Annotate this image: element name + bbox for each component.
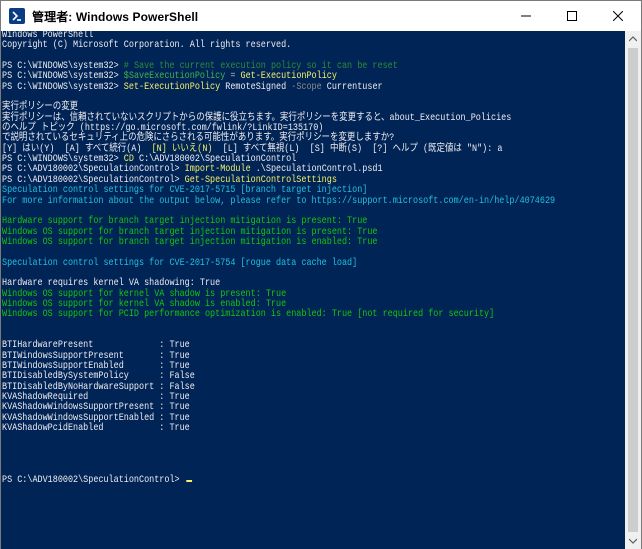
window-title: 管理者: Windows PowerShell bbox=[32, 9, 199, 24]
console-line: KVAShadowPcidEnabled : True bbox=[2, 423, 555, 435]
console-line: For more information about the output be… bbox=[2, 195, 556, 207]
console-text: BTIDisabledBySystemPolicy : False bbox=[2, 371, 195, 383]
vertical-scrollbar[interactable] bbox=[625, 31, 641, 549]
console-text: Windows OS support for PCID performance … bbox=[2, 309, 495, 321]
console-lines: Windows PowerShell Copyright (C) Microsof… bbox=[2, 31, 555, 486]
maximize-icon bbox=[567, 11, 577, 21]
console-output[interactable]: Windows PowerShell Copyright (C) Microsof… bbox=[1, 31, 627, 549]
close-icon bbox=[613, 11, 623, 21]
title-bar[interactable]: 管理者: Windows PowerShell bbox=[1, 1, 641, 31]
console-text: Speculation control settings for CVE-201… bbox=[2, 185, 368, 197]
console-text: Hardware support for branch target injec… bbox=[2, 216, 368, 228]
console-text: .\SpeculationControl.psd1 bbox=[250, 164, 383, 176]
minimize-button[interactable] bbox=[503, 1, 549, 31]
console-text: Windows OS support for branch target inj… bbox=[2, 236, 378, 248]
console-line: Copyright (C) Microsoft Corporation. All… bbox=[2, 41, 555, 51]
console-text: で説明されているセキュリティ上の危険にさらされる可能性があります。実行ポリシーを… bbox=[2, 133, 395, 145]
console-text: Set-ExecutionPolicy bbox=[123, 81, 221, 93]
console-line: Windows OS support for branch target inj… bbox=[2, 236, 555, 248]
console-text: $SaveExecutionPolicy bbox=[123, 71, 226, 83]
console-text: Currentuser bbox=[321, 81, 383, 93]
console-text: -Scope bbox=[291, 81, 322, 93]
console-text: Copyright (C) Microsoft Corporation. All… bbox=[2, 40, 292, 52]
console-text: PS C:\ADV180002\SpeculationControl> bbox=[2, 164, 185, 176]
window-controls bbox=[503, 1, 641, 31]
console-line: Windows OS support for PCID performance … bbox=[2, 310, 555, 320]
scroll-down-button[interactable] bbox=[625, 533, 641, 549]
console-text: Import-Module bbox=[184, 164, 251, 176]
console-text: Get-ExecutionPolicy bbox=[240, 71, 337, 83]
close-button[interactable] bbox=[595, 1, 641, 31]
powershell-icon[interactable] bbox=[9, 8, 25, 24]
maximize-button[interactable] bbox=[549, 1, 595, 31]
scrollbar-thumb[interactable] bbox=[628, 48, 638, 532]
console-line: PS C:\WINDOWS\system32> Set-ExecutionPol… bbox=[2, 81, 555, 93]
console-text: For more information about the output be… bbox=[2, 195, 556, 207]
chevron-up-icon bbox=[629, 36, 637, 42]
minimize-icon bbox=[521, 15, 531, 17]
console-text: BTIHardwarePresent : True bbox=[2, 340, 190, 352]
console-text: PS C:\WINDOWS\system32> bbox=[2, 71, 124, 83]
console-text: PS C:\ADV180002\SpeculationControl> bbox=[2, 474, 185, 486]
console-text: BTIWindowsSupportPresent : True bbox=[2, 350, 190, 362]
scroll-up-button[interactable] bbox=[625, 31, 641, 47]
console-text: RemoteSigned bbox=[220, 81, 292, 93]
console-text: KVAShadowWindowsSupportPresent : True bbox=[2, 402, 190, 414]
text-cursor bbox=[186, 479, 193, 482]
console-text: Hardware requires kernel VA shadowing: T… bbox=[2, 278, 221, 290]
console-line: PS C:\ADV180002\SpeculationControl> bbox=[2, 474, 555, 486]
console-text: Speculation control settings for CVE-201… bbox=[2, 257, 358, 269]
console-text: 実行ポリシーの変更 bbox=[2, 102, 79, 114]
console-line: Speculation control settings for CVE-201… bbox=[2, 257, 555, 269]
console-text: = bbox=[225, 71, 241, 83]
chevron-down-icon bbox=[629, 538, 637, 544]
console-text: KVAShadowPcidEnabled : True bbox=[2, 423, 190, 435]
powershell-window: 管理者: Windows PowerShell Windows PowerShe… bbox=[0, 0, 642, 549]
console-text: PS C:\WINDOWS\system32> bbox=[2, 81, 124, 93]
console-text: Windows OS support for kernel VA shadow … bbox=[2, 288, 287, 300]
console-text: Windows OS support for branch target inj… bbox=[2, 226, 378, 238]
